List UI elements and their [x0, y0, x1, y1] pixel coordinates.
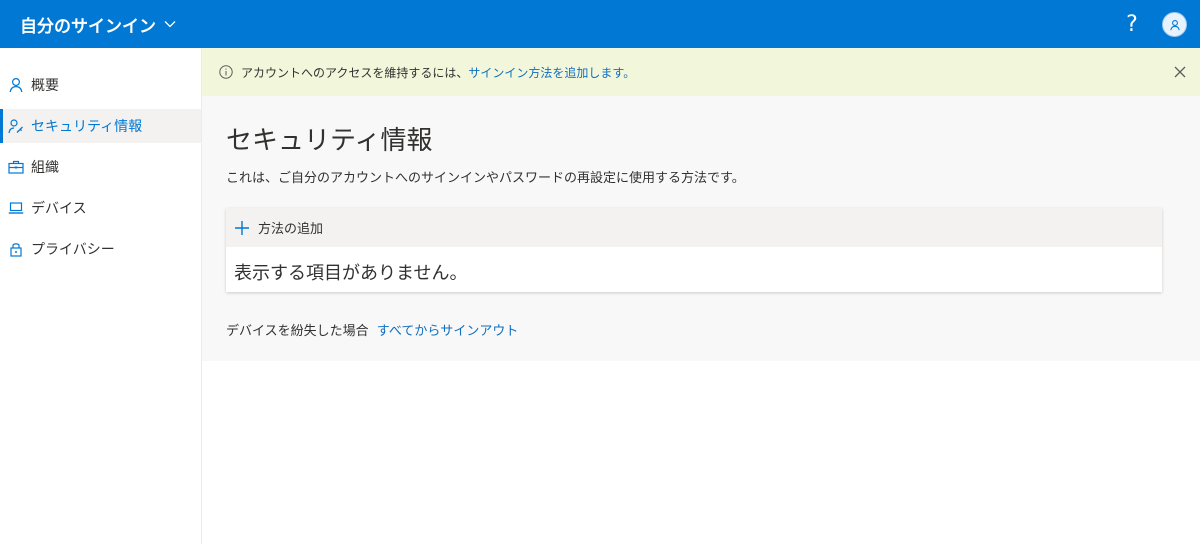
sign-out-everywhere-link[interactable]: すべてからサインアウト: [377, 324, 519, 339]
plus-icon: [234, 220, 250, 236]
chevron-down-icon: [164, 20, 176, 28]
lost-device-text: デバイスを紛失した場合: [226, 324, 369, 339]
app-title-menu[interactable]: 自分のサインイン: [20, 12, 176, 37]
sidebar-item-devices[interactable]: デバイス: [0, 191, 201, 225]
sidebar-item-organizations[interactable]: 組織: [0, 150, 201, 184]
sidebar-nav: 概要 セキュリティ情報 組織 デバイス プライバシー: [0, 48, 202, 544]
page-title: セキュリティ情報: [226, 126, 433, 156]
briefcase-icon: [8, 159, 24, 175]
app-title: 自分のサインイン: [20, 16, 156, 37]
avatar[interactable]: [1162, 12, 1187, 37]
page-description: これは、ご自分のアカウントへのサインインやパスワードの再設定に使用する方法です。: [226, 171, 745, 186]
laptop-icon: [8, 200, 24, 216]
sidebar-item-label: 組織: [31, 160, 59, 176]
person-icon: [8, 77, 24, 93]
close-icon[interactable]: [1170, 62, 1190, 82]
add-sign-in-method-link[interactable]: サインイン方法を追加します。: [468, 64, 635, 81]
sidebar-item-label: セキュリティ情報: [31, 119, 143, 135]
sidebar-item-overview[interactable]: 概要: [0, 68, 201, 102]
lost-device-row: デバイスを紛失した場合 すべてからサインアウト: [226, 320, 518, 339]
person-key-icon: [8, 118, 24, 134]
sidebar-item-privacy[interactable]: プライバシー: [0, 232, 201, 266]
info-banner: アカウントへのアクセスを維持するには、 サインイン方法を追加します。: [202, 48, 1200, 96]
sidebar-item-security-info[interactable]: セキュリティ情報: [0, 109, 201, 143]
banner-text: アカウントへのアクセスを維持するには、: [241, 65, 469, 80]
empty-state-text: 表示する項目がありません。: [234, 263, 468, 284]
sidebar-item-label: デバイス: [31, 201, 87, 217]
sidebar-item-label: プライバシー: [31, 242, 115, 258]
lock-icon: [8, 241, 24, 257]
info-icon: [219, 65, 233, 79]
help-icon: ?: [1126, 11, 1138, 37]
person-icon: [1169, 19, 1180, 30]
help-button[interactable]: ?: [1120, 10, 1144, 38]
top-bar: 自分のサインイン ?: [0, 0, 1200, 48]
main-content: アカウントへのアクセスを維持するには、 サインイン方法を追加します。 セキュリテ…: [202, 48, 1200, 361]
methods-card: 方法の追加 表示する項目がありません。: [226, 208, 1162, 292]
sidebar-item-label: 概要: [31, 78, 59, 94]
add-method-button[interactable]: 方法の追加: [226, 208, 1162, 247]
add-method-label: 方法の追加: [258, 222, 324, 237]
